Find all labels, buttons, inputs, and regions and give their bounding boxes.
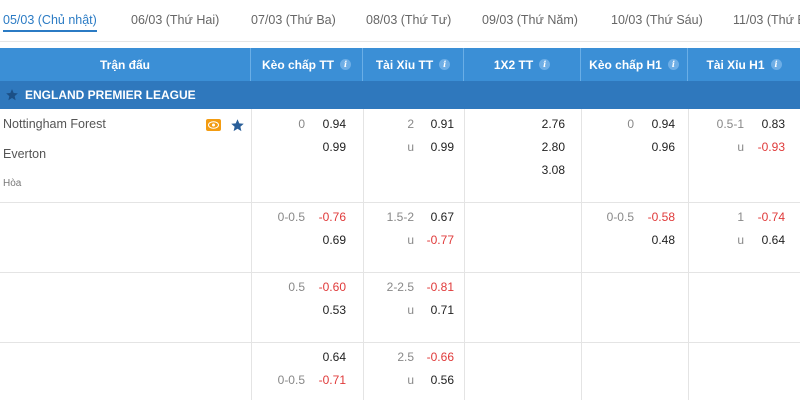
handicap-line: 0 xyxy=(298,117,305,131)
ou-line: 1.5-2 xyxy=(386,210,414,224)
ou-line: 2-2.5 xyxy=(386,280,414,294)
odds-cell[interactable]: -0.58 xyxy=(640,210,675,224)
odds-cell[interactable]: 0.94 xyxy=(312,117,346,131)
odds-cell[interactable]: -0.81 xyxy=(420,280,454,294)
ou-line: 1 xyxy=(737,210,744,224)
ou-line: 2.5 xyxy=(397,350,414,364)
info-icon[interactable]: i xyxy=(770,59,782,70)
under-label: u xyxy=(407,140,414,154)
col-ou-ft[interactable]: Tài Xỉu TT i xyxy=(363,48,464,81)
tab-0703[interactable]: 07/03 (Thứ Ba) xyxy=(251,13,336,27)
col-handicap-ft[interactable]: Kèo chấp TT i xyxy=(251,48,363,81)
tab-1103[interactable]: 11/03 (Thứ Bảy) xyxy=(733,13,800,27)
col-1x2-ft[interactable]: 1X2 TT i xyxy=(464,48,581,81)
odds-cell[interactable]: -0.77 xyxy=(420,233,454,247)
star-icon[interactable] xyxy=(5,88,19,102)
under-label: u xyxy=(737,140,744,154)
column-divider xyxy=(464,109,465,400)
odds-cell[interactable]: 0.99 xyxy=(420,140,454,154)
col-match: Trận đấu xyxy=(0,48,251,81)
info-icon[interactable]: i xyxy=(539,59,551,70)
odds-cell[interactable]: 0.67 xyxy=(420,210,454,224)
odds-cell[interactable]: 3.08 xyxy=(530,163,565,177)
ou-line: 0.5-1 xyxy=(716,117,744,131)
odds-cell[interactable]: 0.64 xyxy=(750,233,785,247)
away-team[interactable]: Everton xyxy=(3,147,46,161)
odds-cell[interactable]: 0.53 xyxy=(312,303,346,317)
eye-icon[interactable] xyxy=(206,119,221,131)
ou-line: 2 xyxy=(407,117,414,131)
tab-0503[interactable]: 05/03 (Chủ nhật) xyxy=(3,13,97,32)
home-team[interactable]: Nottingham Forest xyxy=(3,117,106,131)
tab-0603[interactable]: 06/03 (Thứ Hai) xyxy=(131,13,219,27)
odds-cell[interactable]: 0.83 xyxy=(750,117,785,131)
col-handicap-h1[interactable]: Kèo chấp H1 i xyxy=(581,48,688,81)
odds-cell[interactable]: 0.64 xyxy=(312,350,346,364)
tab-1003[interactable]: 10/03 (Thứ Sáu) xyxy=(611,13,703,27)
under-label: u xyxy=(407,233,414,247)
info-icon[interactable]: i xyxy=(340,59,351,70)
handicap-line: 0 xyxy=(627,117,634,131)
odds-cell[interactable]: 2.80 xyxy=(530,140,565,154)
odds-cell[interactable]: 0.94 xyxy=(640,117,675,131)
odds-cell[interactable]: 0.96 xyxy=(640,140,675,154)
handicap-line: 0-0.5 xyxy=(277,210,305,224)
under-label: u xyxy=(737,233,744,247)
star-icon[interactable] xyxy=(230,118,245,133)
date-tabs: 05/03 (Chủ nhật) 06/03 (Thứ Hai) 07/03 (… xyxy=(0,0,800,42)
odds-cell[interactable]: -0.93 xyxy=(750,140,785,154)
odds-cell[interactable]: -0.66 xyxy=(420,350,454,364)
odds-cell[interactable]: -0.76 xyxy=(312,210,346,224)
odds-cell[interactable]: 0.91 xyxy=(420,117,454,131)
draw-label: Hòa xyxy=(3,178,22,189)
handicap-line: 0-0.5 xyxy=(606,210,634,224)
league-name: ENGLAND PREMIER LEAGUE xyxy=(25,88,196,102)
odds-cell[interactable]: -0.71 xyxy=(312,373,346,387)
league-bar[interactable]: ENGLAND PREMIER LEAGUE xyxy=(0,81,800,109)
col-ou-h1[interactable]: Tài Xỉu H1 i xyxy=(688,48,800,81)
odds-cell[interactable]: 0.71 xyxy=(420,303,454,317)
table-header: Trận đấu Kèo chấp TT i Tài Xỉu TT i 1X2 TT… xyxy=(0,48,800,81)
column-divider xyxy=(688,109,689,400)
tab-0803[interactable]: 08/03 (Thứ Tư) xyxy=(366,13,451,27)
info-icon[interactable]: i xyxy=(439,59,451,70)
odds-cell[interactable]: 0.48 xyxy=(640,233,675,247)
odds-cell[interactable]: 2.76 xyxy=(530,117,565,131)
odds-cell[interactable]: 0.99 xyxy=(312,140,346,154)
under-label: u xyxy=(407,303,414,317)
info-icon[interactable]: i xyxy=(667,59,679,70)
odds-cell[interactable]: -0.60 xyxy=(312,280,346,294)
handicap-line: 0-0.5 xyxy=(277,373,305,387)
odds-cell[interactable]: 0.69 xyxy=(312,233,346,247)
tab-0903[interactable]: 09/03 (Thứ Năm) xyxy=(482,13,578,27)
handicap-line: 0.5 xyxy=(288,280,305,294)
odds-cell[interactable]: 0.56 xyxy=(420,373,454,387)
column-divider xyxy=(251,109,252,400)
odds-cell[interactable]: -0.74 xyxy=(750,210,785,224)
column-divider xyxy=(363,109,364,400)
under-label: u xyxy=(407,373,414,387)
column-divider xyxy=(581,109,582,400)
